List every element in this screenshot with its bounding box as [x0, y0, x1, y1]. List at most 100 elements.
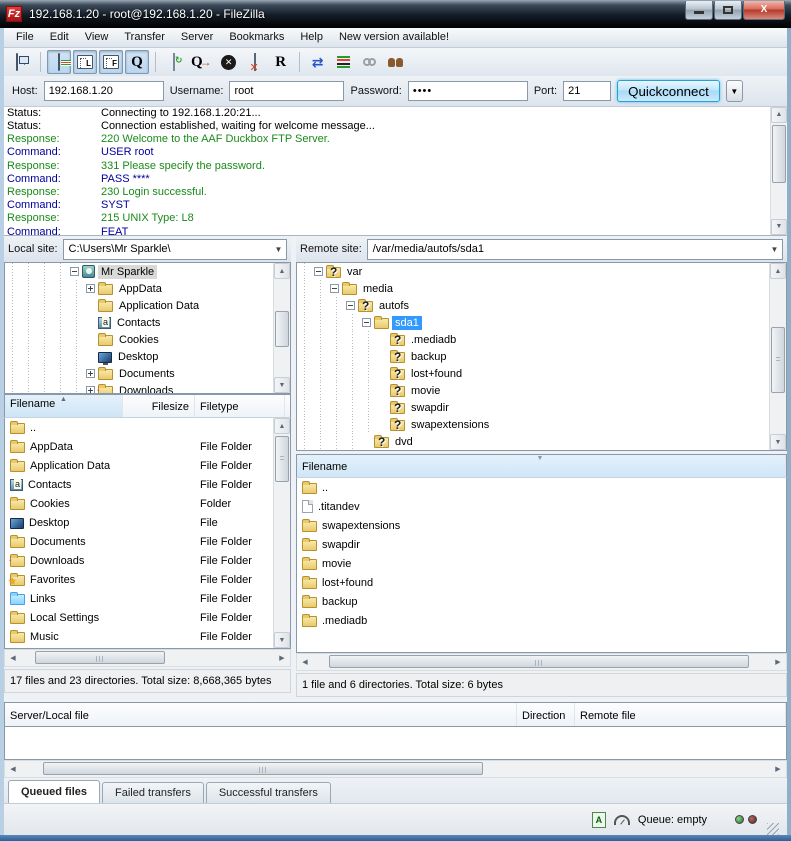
menu-item-file[interactable]: File — [8, 29, 42, 45]
remote-tree-item[interactable]: ?backup — [297, 348, 786, 365]
local-list-hscrollbar[interactable]: ◀ ▶ — [4, 649, 291, 667]
remote-tree-item[interactable]: ?lost+found — [297, 365, 786, 382]
message-log-scrollbar[interactable]: ▲ ▼ — [770, 107, 787, 235]
scroll-left-icon[interactable]: ◀ — [5, 650, 21, 666]
remote-site-combobox[interactable]: /var/media/autofs/sda1 ▼ — [367, 239, 783, 260]
remote-tree-scrollbar[interactable]: ▲ ▼ — [769, 263, 786, 450]
remote-file-row[interactable]: movie — [297, 554, 786, 573]
collapse-icon[interactable] — [362, 318, 371, 327]
remote-tree-item[interactable]: ?swapextensions — [297, 416, 786, 433]
expand-icon[interactable] — [86, 284, 95, 293]
scroll-up-icon[interactable]: ▲ — [771, 107, 787, 123]
remote-tree-item[interactable]: ?movie — [297, 382, 786, 399]
process-queue-button[interactable]: Q→ — [188, 50, 215, 74]
local-tree-item[interactable]: Documents — [5, 365, 290, 382]
disconnect-button[interactable]: ✕ — [243, 50, 267, 74]
synchronized-browsing-button[interactable] — [358, 50, 382, 74]
menu-item-transfer[interactable]: Transfer — [116, 29, 173, 45]
local-tree-item[interactable]: Application Data — [5, 297, 290, 314]
menu-item-view[interactable]: View — [77, 29, 117, 45]
scroll-right-icon[interactable]: ▶ — [770, 654, 786, 670]
remote-tree-item[interactable]: ?dvd — [297, 433, 786, 450]
toggle-local-tree-button[interactable]: L — [73, 50, 97, 74]
file-search-button[interactable] — [384, 50, 408, 74]
remote-tree-item[interactable]: sda1 — [297, 314, 786, 331]
remote-tree-item[interactable]: ?var — [297, 263, 786, 280]
remote-file-row[interactable]: .. — [297, 478, 786, 497]
remote-tree-item[interactable]: ?swapdir — [297, 399, 786, 416]
remote-tree-item[interactable]: ?autofs — [297, 297, 786, 314]
directory-comparison-button[interactable]: ⇄ — [306, 50, 330, 74]
maximize-button[interactable] — [714, 1, 742, 20]
local-file-row[interactable]: Local SettingsFile Folder — [5, 608, 290, 627]
scroll-right-icon[interactable]: ▶ — [274, 650, 290, 666]
queue-column-header-server-local-file[interactable]: Server/Local file — [5, 703, 517, 726]
scroll-left-icon[interactable]: ◀ — [5, 761, 21, 777]
quickconnect-button[interactable]: Quickconnect — [617, 80, 720, 102]
local-tree-item[interactable]: Desktop — [5, 348, 290, 365]
local-file-row[interactable]: ContactsFile Folder — [5, 475, 290, 494]
splitter-collapse-icon[interactable]: ▼ — [537, 455, 544, 462]
queue-hscrollbar[interactable]: ◀ ▶ — [4, 760, 787, 778]
refresh-button[interactable]: ↻ — [162, 50, 186, 74]
cancel-button[interactable]: ✕ — [217, 50, 241, 74]
local-list-scrollbar[interactable]: ▲ ▼ — [273, 418, 290, 648]
speed-limits-icon[interactable] — [614, 815, 630, 825]
local-file-row[interactable]: Application DataFile Folder — [5, 456, 290, 475]
expand-icon[interactable] — [86, 369, 95, 378]
local-tree-item[interactable]: Cookies — [5, 331, 290, 348]
scroll-down-icon[interactable]: ▼ — [771, 219, 787, 235]
local-file-row[interactable]: LinksFile Folder — [5, 589, 290, 608]
tab-queued-files[interactable]: Queued files — [8, 780, 100, 803]
toggle-queue-button[interactable]: Q — [125, 50, 149, 74]
tab-successful-transfers[interactable]: Successful transfers — [206, 782, 331, 803]
collapse-icon[interactable] — [346, 301, 355, 310]
scroll-up-icon[interactable]: ▲ — [274, 263, 290, 279]
password-input[interactable] — [408, 81, 528, 101]
local-file-row[interactable]: .. — [5, 418, 290, 437]
site-manager-button[interactable]: ▼ — [10, 50, 34, 74]
menu-item-server[interactable]: Server — [173, 29, 221, 45]
local-tree-item[interactable]: ↓Downloads — [5, 382, 290, 394]
expand-icon[interactable] — [86, 386, 95, 394]
column-header-filename[interactable]: Filename▲ — [5, 395, 123, 417]
toggle-remote-tree-button[interactable]: F — [99, 50, 123, 74]
transfer-type-icon[interactable] — [592, 812, 606, 828]
remote-file-row[interactable]: swapextensions — [297, 516, 786, 535]
host-input[interactable] — [44, 81, 164, 101]
local-file-row[interactable]: ★FavoritesFile Folder — [5, 570, 290, 589]
collapse-icon[interactable] — [314, 267, 323, 276]
scroll-right-icon[interactable]: ▶ — [770, 761, 786, 777]
remote-tree-item[interactable]: media — [297, 280, 786, 297]
local-tree-scrollbar[interactable]: ▲ ▼ — [273, 263, 290, 393]
filter-listing-button[interactable] — [332, 50, 356, 74]
port-input[interactable] — [563, 81, 611, 101]
queue-column-header-direction[interactable]: Direction — [517, 703, 575, 726]
local-tree-item[interactable]: Mr Sparkle — [5, 263, 290, 280]
tab-failed-transfers[interactable]: Failed transfers — [102, 782, 204, 803]
local-site-combobox[interactable]: C:\Users\Mr Sparkle\ ▼ — [63, 239, 287, 260]
local-file-row[interactable]: MusicFile Folder — [5, 627, 290, 646]
local-file-row[interactable]: DocumentsFile Folder — [5, 532, 290, 551]
local-tree-item[interactable]: Contacts — [5, 314, 290, 331]
queue-column-header-remote-file[interactable]: Remote file — [575, 703, 786, 726]
remote-file-row[interactable]: swapdir — [297, 535, 786, 554]
close-button[interactable]: X — [743, 1, 785, 20]
scroll-up-icon[interactable]: ▲ — [770, 263, 786, 279]
collapse-icon[interactable] — [70, 267, 79, 276]
remote-file-row[interactable]: lost+found — [297, 573, 786, 592]
remote-file-row[interactable]: .titandev — [297, 497, 786, 516]
chevron-down-icon[interactable]: ▼ — [767, 240, 782, 259]
local-tree-item[interactable]: AppData — [5, 280, 290, 297]
remote-tree-item[interactable]: ?.mediadb — [297, 331, 786, 348]
collapse-icon[interactable] — [330, 284, 339, 293]
local-file-row[interactable]: CookiesFolder — [5, 494, 290, 513]
menu-item-help[interactable]: Help — [292, 29, 331, 45]
remote-file-row[interactable]: backup — [297, 592, 786, 611]
scroll-down-icon[interactable]: ▼ — [274, 377, 290, 393]
local-file-row[interactable]: DesktopFile — [5, 513, 290, 532]
scroll-down-icon[interactable]: ▼ — [274, 632, 290, 648]
chevron-down-icon[interactable]: ▼ — [271, 240, 286, 259]
resize-grip[interactable] — [767, 823, 779, 835]
menu-item-edit[interactable]: Edit — [42, 29, 77, 45]
